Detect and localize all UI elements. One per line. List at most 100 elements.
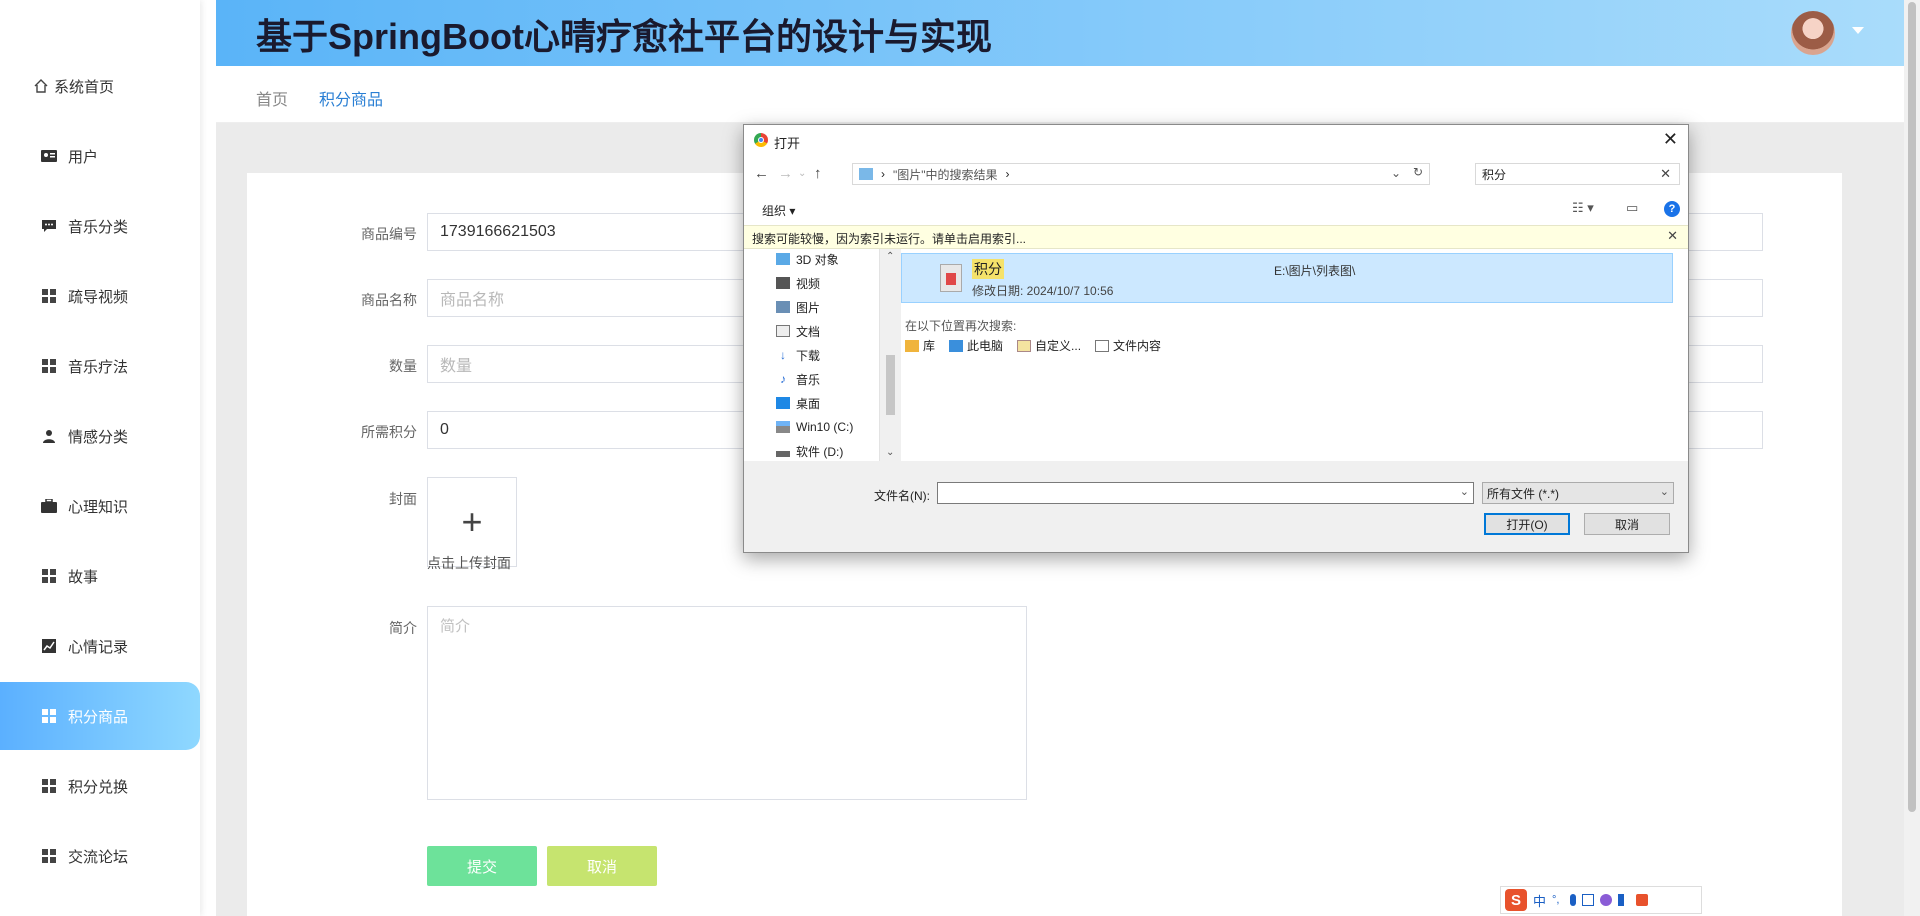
tree-item-videos[interactable]: 视频: [776, 273, 820, 293]
sidebar-item-points-exchange[interactable]: 积分兑换: [0, 752, 200, 820]
skin-icon[interactable]: [1600, 894, 1613, 906]
close-icon[interactable]: ✕: [1667, 228, 1678, 244]
address-field[interactable]: › "图片"中的搜索结果 › ⌄ ↻: [852, 163, 1430, 185]
chevron-down-icon[interactable]: ⌄: [1391, 166, 1401, 180]
filename-input[interactable]: ⌄: [937, 482, 1474, 504]
sidebar-item-music-therapy[interactable]: 音乐疗法: [0, 332, 200, 400]
tree-item-drive-c[interactable]: Win10 (C:): [776, 417, 853, 437]
index-info-bar[interactable]: 搜索可能较慢，因为索引未运行。请单击启用索引... ✕: [744, 225, 1688, 249]
chevron-up-icon[interactable]: ⌃: [886, 251, 894, 262]
apps-grid-icon[interactable]: [1618, 894, 1631, 906]
tree-item-drive-d[interactable]: 软件 (D:): [776, 441, 843, 461]
sidebar-item-story[interactable]: 故事: [0, 542, 200, 610]
sidebar-item-psych-knowledge[interactable]: 心理知识: [0, 472, 200, 540]
back-arrow-icon[interactable]: ←: [754, 165, 769, 182]
chevron-down-icon[interactable]: ⌄: [1660, 485, 1669, 498]
breadcrumb-home[interactable]: 首页: [256, 86, 288, 110]
document-icon: [776, 325, 790, 337]
tree-item-documents[interactable]: 文档: [776, 321, 820, 341]
image-file-icon: [940, 264, 962, 292]
cancel-button[interactable]: 取消: [547, 846, 657, 886]
refresh-icon[interactable]: ↻: [1413, 165, 1423, 179]
location-this-pc[interactable]: 此电脑: [949, 337, 1003, 354]
sidebar-item-forum[interactable]: 交流论坛: [0, 822, 200, 890]
sidebar-item-users[interactable]: 用户: [0, 122, 200, 190]
location-custom[interactable]: 自定义...: [1017, 337, 1081, 354]
sidebar-item-label: 疏导视频: [68, 288, 129, 306]
up-arrow-icon[interactable]: ↑: [814, 165, 822, 182]
ime-mode[interactable]: 中: [1533, 891, 1546, 910]
chevron-down-icon[interactable]: [1852, 27, 1864, 34]
index-info-text: 搜索可能较慢，因为索引未运行。请单击启用索引...: [752, 232, 1027, 246]
sidebar-item-label: 音乐分类: [68, 218, 129, 236]
sogou-icon[interactable]: S: [1505, 889, 1527, 911]
scrollbar-thumb[interactable]: [1908, 2, 1916, 812]
document-icon: [1095, 339, 1110, 352]
sidebar-item-home[interactable]: 系统首页: [0, 52, 200, 120]
sidebar-item-label: 系统首页: [54, 78, 115, 96]
chevron-down-icon[interactable]: ⌄: [1460, 485, 1469, 498]
sidebar-item-label: 心情记录: [68, 638, 129, 656]
clear-search-icon[interactable]: ✕: [1660, 166, 1671, 182]
sidebar-item-emotion-category[interactable]: 情感分类: [0, 402, 200, 470]
dialog-cancel-button[interactable]: 取消: [1584, 513, 1670, 535]
video-icon: [776, 277, 790, 289]
tree-item-desktop[interactable]: 桌面: [776, 393, 820, 413]
chevron-right-icon: ›: [881, 167, 885, 181]
breadcrumb: 首页 积分商品: [216, 66, 1904, 123]
name-label: 商品名称: [361, 292, 417, 308]
sidebar-item-music-category[interactable]: 音乐分类: [0, 192, 200, 260]
drive-icon: [776, 445, 790, 457]
close-icon[interactable]: ✕: [1663, 129, 1678, 150]
scrollbar-thumb[interactable]: [886, 355, 895, 415]
chart-icon: [40, 637, 58, 655]
location-file-contents[interactable]: 文件内容: [1095, 337, 1161, 354]
avatar[interactable]: [1791, 11, 1835, 55]
tree-item-music[interactable]: ♪ 音乐: [776, 369, 820, 389]
microphone-icon[interactable]: [1570, 894, 1577, 906]
chevron-down-icon[interactable]: ⌄: [886, 447, 894, 458]
library-icon: [905, 339, 919, 352]
tree-item-downloads[interactable]: ↓ 下载: [776, 345, 820, 365]
submit-button[interactable]: 提交: [427, 846, 537, 886]
tree-item-pictures[interactable]: 图片: [776, 297, 820, 317]
sidebar-item-label: 心理知识: [68, 498, 129, 516]
tree-scrollbar[interactable]: ⌃ ⌄: [884, 251, 896, 458]
view-options-icon[interactable]: ☷ ▾: [1572, 200, 1594, 216]
open-button[interactable]: 打开(O): [1484, 513, 1570, 535]
desktop-icon: [776, 397, 790, 409]
page-scrollbar[interactable]: [1904, 0, 1920, 916]
preview-pane-icon[interactable]: ▭: [1626, 200, 1638, 216]
address-path: "图片"中的搜索结果: [893, 167, 998, 182]
organize-menu[interactable]: 组织 ▾: [762, 202, 795, 219]
points-label: 所需积分: [361, 424, 417, 440]
intro-textarea[interactable]: 简介: [427, 606, 1027, 800]
file-type-select[interactable]: 所有文件 (*.*) ⌄: [1482, 482, 1674, 504]
tree-item-3d[interactable]: 3D 对象: [776, 249, 839, 269]
sidebar-item-label: 积分兑换: [68, 778, 129, 796]
ime-toolbar: S 中 °,: [1500, 886, 1702, 914]
result-name: 积分: [972, 259, 1004, 279]
keyboard-icon[interactable]: [1582, 894, 1595, 906]
sidebar-item-points-goods[interactable]: 积分商品: [0, 682, 200, 750]
chevron-right-icon: ›: [1005, 167, 1010, 181]
dialog-title: 打开: [774, 136, 801, 151]
sidebar-item-video[interactable]: 疏导视频: [0, 262, 200, 330]
search-result-item[interactable]: 积分 修改日期: 2024/10/7 10:56 E:\图片\列表图\: [901, 253, 1673, 303]
punctuation-icon[interactable]: °,: [1552, 894, 1564, 906]
music-note-icon: ♪: [780, 372, 786, 386]
sidebar-item-mood-record[interactable]: 心情记录: [0, 612, 200, 680]
dialog-toolbar: 组织 ▾ ☷ ▾ ▭ ?: [744, 193, 1688, 225]
grid-icon: [40, 357, 58, 375]
top-header: 基于SpringBoot心晴疗愈社平台的设计与实现: [216, 0, 1904, 66]
forward-arrow-icon[interactable]: →: [778, 165, 793, 182]
code-label: 商品编号: [361, 226, 417, 242]
recent-dropdown-icon[interactable]: ⌄: [798, 168, 806, 179]
tools-icon[interactable]: [1636, 894, 1649, 906]
location-library[interactable]: 库: [905, 337, 935, 354]
search-input[interactable]: 积分 ✕: [1475, 163, 1680, 185]
quantity-label: 数量: [389, 358, 417, 374]
file-open-dialog: 打开 ✕ ← → ⌄ ↑ › "图片"中的搜索结果 › ⌄ ↻ 积分 ✕ 组织 …: [743, 124, 1689, 553]
help-icon[interactable]: ?: [1664, 201, 1680, 217]
navigation-tree: 3D 对象 视频 图片 文档 ↓ 下载 ♪ 音乐 桌面 Win10 (C:) 软件 …: [744, 249, 880, 461]
